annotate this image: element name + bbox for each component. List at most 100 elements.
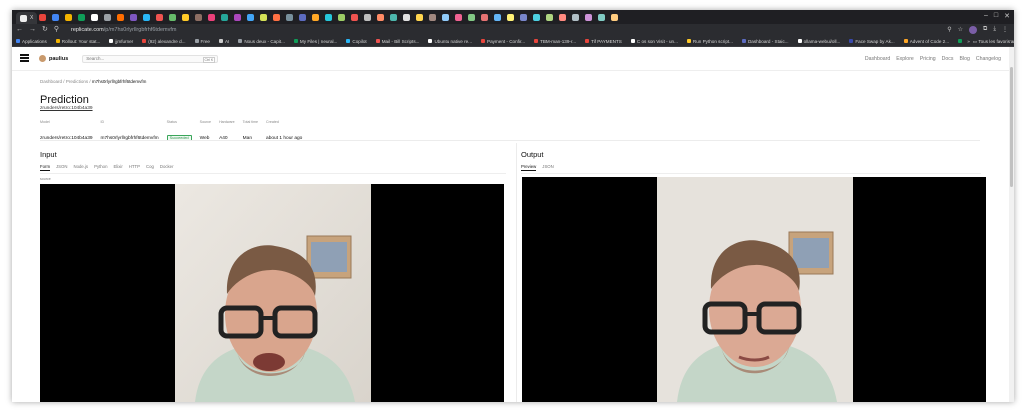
tab-favicon-icon[interactable] [91,13,99,21]
nav-link-pricing[interactable]: Pricing [920,56,936,62]
bookmark-item[interactable]: Face Swap by Ak... [849,39,895,44]
tab-favicon-icon[interactable] [338,13,346,21]
bookmarks-more-icon[interactable]: » [967,39,970,44]
bookmark-item[interactable]: Payment - Confir... [481,39,525,44]
tab-favicon-icon[interactable] [143,13,151,21]
tab-favicon-icon[interactable] [208,13,216,21]
tab-favicon-icon[interactable] [468,13,476,21]
tab-favicon-icon[interactable] [312,13,320,21]
tab-python[interactable]: Python [94,164,107,171]
tab-favicon-icon[interactable] [494,13,502,21]
tab-favicon-icon[interactable] [169,13,177,21]
tab-favicon-icon[interactable] [260,13,268,21]
bookmark-item[interactable]: Copilot [346,39,367,44]
profile-avatar[interactable] [969,26,978,34]
tab-favicon-icon[interactable] [325,13,333,21]
tab-favicon-icon[interactable] [52,13,60,21]
tab-favicon-icon[interactable] [156,13,164,21]
bookmark-item[interactable]: Free [194,39,210,44]
bookmark-item[interactable]: TBM-man-139-r... [534,39,576,44]
bookmark-item[interactable]: Rollout: Your stat... [55,39,100,44]
tab-favicon-icon[interactable] [572,13,580,21]
active-tab-close-icon[interactable]: X [30,15,33,21]
replicate-logo-icon[interactable] [20,54,29,63]
bookmark-item[interactable]: jjmfurner [109,39,133,44]
tab-elixir[interactable]: Elixir [113,164,122,171]
output-video[interactable] [522,177,986,402]
nav-link-blog[interactable]: Blog [960,56,970,62]
bookmark-item[interactable]: Ubuntu native re... [428,39,472,44]
reload-icon[interactable]: ↻ [42,24,48,36]
tab-node-js[interactable]: Node.js [74,164,89,171]
tab-favicon-icon[interactable] [182,13,190,21]
tab-favicon-icon[interactable] [39,13,47,21]
breadcrumb-dashboard[interactable]: Dashboard [40,79,62,84]
menu-kebab-icon[interactable]: ⋮ [1002,26,1008,34]
tab-favicon-icon[interactable] [611,13,619,21]
tab-cog[interactable]: Cog [146,164,154,171]
bookmark-item[interactable]: Run Python script... [686,39,733,44]
nav-link-dashboard[interactable]: Dashboard [865,56,890,62]
tab-docker[interactable]: Docker [160,164,174,171]
tab-favicon-icon[interactable] [351,13,359,21]
tab-favicon-icon[interactable] [585,13,593,21]
nav-link-docs[interactable]: Docs [942,56,954,62]
tab-json[interactable]: JSON [56,164,67,171]
tab-favicon-icon[interactable] [78,13,86,21]
tab-favicon-icon[interactable] [286,13,294,21]
tab-favicon-icon[interactable] [364,13,372,21]
tab-favicon-icon[interactable] [65,13,73,21]
bookmark-item[interactable]: AI [218,39,229,44]
tab-favicon-icon[interactable] [520,13,528,21]
url-field[interactable]: replicate.com/p/m7hs0rlyrllrgbfrhf6tdemv… [71,27,176,33]
bookmark-item[interactable]: Nous deux - Capit... [238,39,285,44]
tab-favicon-icon[interactable] [377,13,385,21]
breadcrumb-predictions[interactable]: Predictions [66,79,88,84]
page-scrollbar[interactable] [1009,47,1014,402]
avatar[interactable] [39,55,46,62]
tab-favicon-icon[interactable] [130,13,138,21]
tab-favicon-icon[interactable] [273,13,281,21]
tab-favicon-icon[interactable] [247,13,255,21]
scrollbar-thumb[interactable] [1010,67,1013,187]
tab-favicon-icon[interactable] [507,13,515,21]
forward-icon[interactable]: → [29,24,36,36]
bookmark-star-icon[interactable]: ☆ [958,26,963,34]
bookmark-item[interactable]: Dashboard - Staic... [741,39,789,44]
bookmark-item[interactable]: (92) alexandre d... [142,39,186,44]
tab-favicon-icon[interactable] [533,13,541,21]
bookmark-item[interactable]: My Files | neural... [293,39,337,44]
tab-favicon-icon[interactable] [429,13,437,21]
tab-favicon-icon[interactable] [403,13,411,21]
input-video[interactable] [40,184,504,402]
search-input[interactable] [86,56,197,61]
model-version-link[interactable]: zrunders/retro:104b4a39 [40,106,93,111]
extensions-icon[interactable]: ⧉ [983,26,987,34]
username[interactable]: paulius [49,56,68,62]
active-tab[interactable]: X [16,12,38,24]
tab-favicon-icon[interactable] [416,13,424,21]
bookmark-item[interactable]: ollama-webui/oll... [797,39,840,44]
bookmark-item[interactable]: Advent of Code 2... [903,39,949,44]
nav-link-explore[interactable]: Explore [896,56,914,62]
nav-link-changelog[interactable]: Changelog [976,56,1001,62]
tab-favicon-icon[interactable] [546,13,554,21]
all-bookmarks-folder[interactable]: ▭ Tous les favoris [973,39,1010,45]
tab-favicon-icon[interactable] [234,13,242,21]
bookmark-item[interactable]: Mail - Bill Scripts... [375,39,419,44]
tab-favicon-icon[interactable] [221,13,229,21]
tab-form[interactable]: Form [40,164,51,171]
tab-favicon-icon[interactable] [598,13,606,21]
tab-favicon-icon[interactable] [481,13,489,21]
zoom-icon[interactable]: ⚲ [947,26,951,34]
tab-favicon-icon[interactable] [442,13,450,21]
maximize-icon[interactable]: □ [994,12,998,20]
bookmark-item[interactable]: Tif PAYMENTS [585,39,622,44]
minimize-icon[interactable]: – [984,12,988,20]
tab-http[interactable]: HTTP [129,164,140,171]
tab-favicon-icon[interactable] [104,13,112,21]
tab-favicon-icon[interactable] [299,13,307,21]
site-info-icon[interactable]: ⚲ [54,24,59,36]
tab-preview[interactable]: Preview [521,164,537,171]
tab-favicon-icon[interactable] [117,13,125,21]
